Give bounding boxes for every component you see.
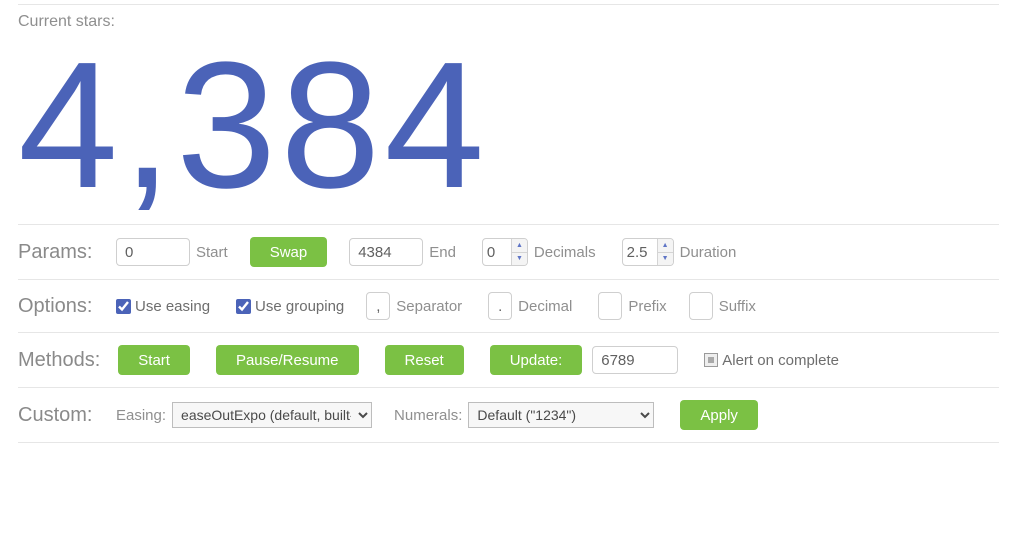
use-grouping-checkbox-wrap[interactable]: Use grouping <box>236 298 344 315</box>
duration-stepper[interactable]: ▲ ▼ <box>622 238 674 266</box>
params-row: Params: Start Swap End ▲ ▼ Decimals <box>18 225 999 279</box>
start-input[interactable] <box>116 238 190 266</box>
decimals-stepper[interactable]: ▲ ▼ <box>482 238 528 266</box>
start-label: Start <box>196 244 228 261</box>
decimals-label: Decimals <box>534 244 596 261</box>
reset-button[interactable]: Reset <box>385 345 464 375</box>
methods-label: Methods: <box>18 349 100 372</box>
alert-label: Alert on complete <box>722 352 839 369</box>
use-grouping-checkbox[interactable] <box>236 299 251 314</box>
methods-row: Methods: Start Pause/Resume Reset Update… <box>18 333 999 387</box>
suffix-label: Suffix <box>719 298 756 315</box>
easing-select[interactable]: easeOutExpo (default, built-in) <box>172 402 372 428</box>
prefix-input[interactable] <box>598 292 622 320</box>
end-input[interactable] <box>349 238 423 266</box>
easing-label: Easing: <box>116 407 166 424</box>
duration-input[interactable] <box>623 239 657 265</box>
numerals-label: Numerals: <box>394 407 462 424</box>
decimals-input[interactable] <box>483 239 511 265</box>
counter-value: 4,384 <box>18 31 999 224</box>
swap-button[interactable]: Swap <box>250 237 328 267</box>
separator-label: Separator <box>396 298 462 315</box>
use-easing-checkbox-wrap[interactable]: Use easing <box>116 298 210 315</box>
decimals-up-icon[interactable]: ▲ <box>512 239 527 253</box>
custom-row: Custom: Easing: easeOutExpo (default, bu… <box>18 388 999 442</box>
pause-resume-button[interactable]: Pause/Resume <box>216 345 359 375</box>
params-label: Params: <box>18 241 98 264</box>
use-easing-label: Use easing <box>135 298 210 315</box>
duration-up-icon[interactable]: ▲ <box>658 239 673 253</box>
numerals-select[interactable]: Default ("1234") <box>468 402 654 428</box>
start-button[interactable]: Start <box>118 345 190 375</box>
options-row: Options: Use easing Use grouping Separat… <box>18 280 999 332</box>
use-easing-checkbox[interactable] <box>116 299 131 314</box>
update-input[interactable] <box>592 346 678 374</box>
suffix-input[interactable] <box>689 292 713 320</box>
options-label: Options: <box>18 295 98 318</box>
alert-checkbox[interactable] <box>704 353 718 367</box>
separator-input[interactable] <box>366 292 390 320</box>
end-label: End <box>429 244 456 261</box>
custom-label: Custom: <box>18 404 98 427</box>
use-grouping-label: Use grouping <box>255 298 344 315</box>
decimals-down-icon[interactable]: ▼ <box>512 253 527 266</box>
alert-checkbox-wrap[interactable]: Alert on complete <box>704 352 839 369</box>
decimal-input[interactable] <box>488 292 512 320</box>
prefix-label: Prefix <box>628 298 666 315</box>
decimal-label: Decimal <box>518 298 572 315</box>
duration-label: Duration <box>680 244 737 261</box>
duration-down-icon[interactable]: ▼ <box>658 253 673 266</box>
update-button[interactable]: Update: <box>490 345 583 375</box>
divider-5 <box>18 442 999 443</box>
apply-button[interactable]: Apply <box>680 400 758 430</box>
